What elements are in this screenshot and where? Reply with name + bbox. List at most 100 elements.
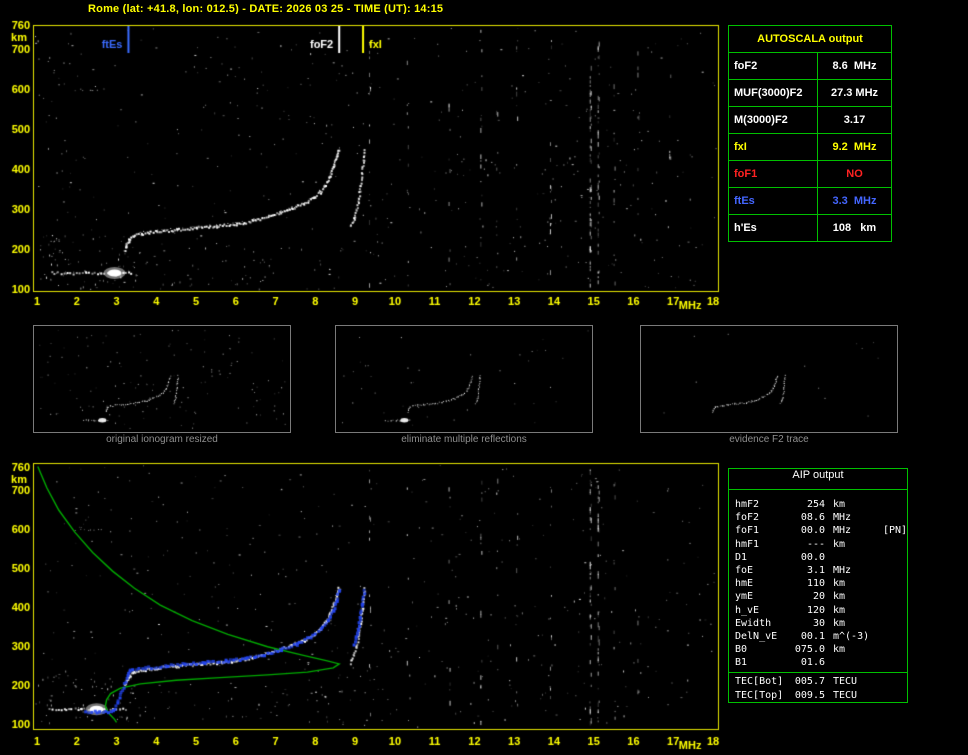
aip-row: h_vE 120 km	[729, 604, 907, 617]
param-name: D1	[735, 551, 748, 563]
param-note	[883, 511, 907, 524]
param-unit: MHz	[833, 525, 852, 537]
param-note	[883, 577, 907, 590]
param-note	[883, 617, 907, 630]
param-value: 30	[812, 617, 825, 629]
param-name: hmF1	[735, 538, 760, 550]
param-value: 108 km	[832, 222, 877, 234]
aip-row: hmF2 254 km	[729, 498, 907, 511]
param-name: TEC[Bot]	[735, 676, 784, 688]
param-note	[883, 675, 907, 688]
param-name: foE	[735, 564, 754, 576]
aip-rows: hmF2 254 km foF2 08.6 MHz foF1 00.0 MHz …	[729, 490, 907, 702]
table-row-fxi: fxI 9.2 MHz	[729, 134, 891, 161]
param-label: ftEs	[729, 188, 818, 214]
param-value: 00.1	[800, 630, 825, 642]
param-unit: km	[833, 538, 846, 550]
aip-row: foF2 08.6 MHz	[729, 511, 907, 524]
param-value: 3.3 MHz	[832, 195, 877, 207]
param-name: TEC[Top]	[735, 689, 784, 701]
aip-row: hmE 110 km	[729, 577, 907, 590]
param-value: 9.2 MHz	[832, 141, 877, 153]
param-unit: m^(-3)	[833, 630, 870, 642]
aip-table-header: AIP output	[729, 469, 907, 490]
thumbnail-caption-cleaned: eliminate multiple reflections	[401, 434, 527, 445]
table-row-muf3000f2: MUF(3000)F2 27.3 MHz	[729, 80, 891, 107]
thumbnail-f2-trace	[640, 325, 898, 433]
aip-row: D1 00.0	[729, 551, 907, 564]
aip-row: DelN_vE 00.1 m^(-3)	[729, 630, 907, 643]
param-value: 08.6	[800, 512, 825, 524]
thumbnail-caption-original: original ionogram resized	[106, 434, 218, 445]
aip-row: B1 01.6	[729, 656, 907, 669]
param-note	[883, 689, 907, 702]
param-value: 3.1	[806, 564, 825, 576]
param-value: 01.6	[800, 657, 825, 669]
param-value: 3.17	[843, 114, 866, 126]
aip-row: foE 3.1 MHz	[729, 564, 907, 577]
param-name: Ewidth	[735, 617, 772, 629]
param-unit: km	[833, 644, 846, 656]
aip-row-tec-top: TEC[Top] 009.5 TECU	[729, 689, 907, 702]
param-unit: km	[833, 499, 846, 510]
aip-row: foF1 00.0 MHz [PN]	[729, 524, 907, 537]
param-label: foF1	[729, 161, 818, 187]
param-note	[883, 590, 907, 603]
param-value: 110	[806, 578, 825, 590]
param-name: h_vE	[735, 604, 760, 616]
param-note	[883, 604, 907, 617]
thumbnail-original-canvas	[34, 326, 290, 432]
param-unit: MHz	[833, 512, 852, 524]
param-value: 8.6 MHz	[832, 60, 877, 72]
aip-row: B0 075.0 km	[729, 643, 907, 656]
thumbnail-cleaned-canvas	[336, 326, 592, 432]
thumbnail-cleaned-ionogram	[335, 325, 593, 433]
param-value: 00.0	[800, 551, 825, 563]
param-value: 20	[812, 591, 825, 603]
param-unit: km	[833, 578, 846, 590]
param-label: fxI	[729, 134, 818, 160]
param-note	[883, 498, 907, 511]
param-unit: TECU	[833, 676, 858, 688]
param-note	[883, 643, 907, 656]
thumbnail-original-ionogram	[33, 325, 291, 433]
aip-row: ymE 20 km	[729, 590, 907, 603]
param-name: foF1	[735, 525, 760, 537]
param-note	[883, 564, 907, 577]
top-ionogram-plot	[0, 14, 730, 316]
param-value: 009.5	[794, 689, 825, 701]
param-note	[883, 656, 907, 669]
table-row-ftes: ftEs 3.3 MHz	[729, 188, 891, 215]
param-value: NO	[846, 168, 863, 180]
param-unit: MHz	[833, 564, 852, 576]
param-value: 27.3 MHz	[830, 87, 879, 99]
bottom-ionogram-plot	[0, 455, 730, 755]
param-name: ymE	[735, 591, 754, 603]
aip-tec-divider	[729, 672, 907, 674]
param-unit	[833, 656, 875, 669]
autoscala-app-window: Rome (lat: +41.8, lon: 012.5) - DATE: 20…	[0, 0, 968, 755]
table-row-fof1: foF1 NO	[729, 161, 891, 188]
param-name: hmE	[735, 578, 754, 590]
aip-row: hmF1 --- km	[729, 538, 907, 551]
param-unit	[833, 551, 875, 564]
thumbnail-caption-f2: evidence F2 trace	[729, 434, 809, 445]
param-name: hmF2	[735, 499, 760, 510]
param-label: foF2	[729, 53, 818, 79]
param-value: 005.7	[794, 676, 825, 688]
param-name: B0	[735, 644, 748, 656]
aip-row-tec-bot: TEC[Bot] 005.7 TECU	[729, 675, 907, 688]
param-note	[883, 538, 907, 551]
param-label: M(3000)F2	[729, 107, 818, 133]
param-name: DelN_vE	[735, 630, 778, 642]
param-value: ---	[806, 538, 825, 550]
table-row-fof2: foF2 8.6 MHz	[729, 53, 891, 80]
param-label: h'Es	[729, 215, 818, 241]
table-row-hes: h'Es 108 km	[729, 215, 891, 241]
param-unit: km	[833, 591, 846, 603]
param-value: 120	[806, 604, 825, 616]
autoscala-output-table: AUTOSCALA output foF2 8.6 MHz MUF(3000)F…	[728, 25, 892, 242]
param-value: 075.0	[794, 644, 825, 656]
aip-output-table: AIP output hmF2 254 km foF2 08.6 MHz foF…	[728, 468, 908, 703]
param-value: 254	[806, 499, 825, 510]
